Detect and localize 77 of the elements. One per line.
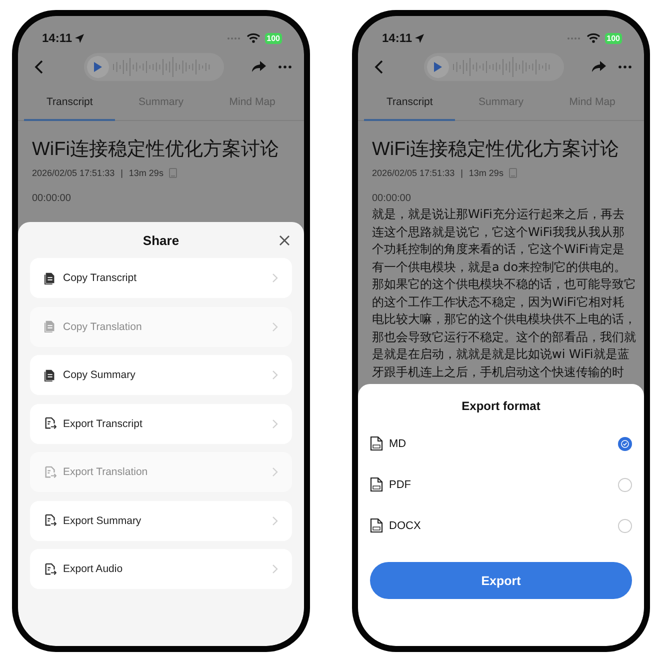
- share-option[interactable]: Copy Summary: [30, 355, 292, 395]
- share-option[interactable]: Export Audio: [30, 549, 292, 589]
- document-icon: [44, 320, 57, 333]
- recording-duration: 13m 29s: [468, 168, 504, 178]
- share-icon[interactable]: [592, 61, 606, 73]
- play-icon: [434, 62, 442, 72]
- format-label: MD: [389, 438, 408, 450]
- location-icon: [75, 34, 84, 42]
- play-button[interactable]: [87, 56, 109, 78]
- location-icon: [415, 34, 424, 42]
- document-export-icon: [44, 417, 57, 430]
- document-icon: [44, 272, 57, 284]
- more-icon[interactable]: [618, 65, 632, 69]
- share-option[interactable]: Export Summary: [30, 500, 292, 540]
- file-icon: [370, 518, 383, 533]
- separator: |: [460, 168, 463, 178]
- phone-icon: [509, 168, 518, 178]
- chevron-icon: [272, 418, 278, 428]
- radio-button[interactable]: [618, 518, 632, 532]
- check-icon: [621, 440, 629, 448]
- separator: |: [120, 168, 123, 178]
- more-icon[interactable]: [278, 65, 292, 69]
- chevron-icon: [272, 467, 278, 477]
- transcript-line: 是就是在启动，就就是就是比如说wi WiFi就是蓝: [372, 346, 630, 363]
- signal-icon: [226, 36, 241, 40]
- transcript-line: 个功耗控制的角度来看的话，它这个WiFi肯定是: [372, 241, 624, 258]
- battery-level: 100: [604, 32, 622, 44]
- back-icon[interactable]: [374, 60, 383, 74]
- wifi-icon: [586, 33, 600, 43]
- signal-icon: [566, 36, 581, 40]
- export-button[interactable]: Export: [370, 562, 632, 599]
- chevron-icon: [272, 273, 278, 283]
- share-icon[interactable]: [252, 61, 266, 73]
- transcript-line: 那如果它的这个供电模块不稳的话，也可能导致它: [372, 276, 636, 293]
- format-label: PDF: [389, 478, 412, 490]
- sheet-title: Share: [142, 232, 180, 248]
- chevron-icon: [272, 370, 278, 380]
- transcript-line: 连这个思路就是说它，它这个WiFi我我从我从那: [372, 224, 624, 240]
- transcript-line: 的这个工作工作状态不稳定，因为WiFi它相对耗: [372, 294, 624, 310]
- play-icon: [94, 62, 102, 72]
- transcript-line: 就是，就是说让那WiFi充分运行起来之后，再去: [372, 206, 624, 223]
- recording-title: WiFi连接稳定性优化方案讨论: [372, 138, 620, 162]
- close-icon[interactable]: [279, 235, 290, 246]
- tab[interactable]: Transcript: [24, 84, 116, 121]
- sheet-title: Export format: [460, 399, 542, 413]
- status-time: 14:11: [42, 31, 72, 45]
- recording-date: 2026/02/05 17:51:33: [32, 168, 115, 178]
- file-icon: [370, 436, 383, 451]
- format-label: DOCX: [389, 520, 422, 532]
- battery-level: 100: [264, 32, 282, 44]
- wifi-icon: [246, 33, 260, 43]
- timestamp: 00:00:00: [32, 193, 72, 204]
- recording-duration: 13m 29s: [128, 168, 164, 178]
- play-button[interactable]: [427, 56, 449, 78]
- recording-date: 2026/02/05 17:51:33: [372, 168, 455, 178]
- document-export-icon: [44, 514, 57, 527]
- transcript-line: 那也会导致它运行不稳定。这个的部看品，我们就: [372, 328, 636, 346]
- document-icon: [44, 368, 57, 382]
- document-export-icon: [44, 466, 57, 478]
- transcript-line: 有一个供电模块，就是a do来控制它的供电的。: [372, 258, 626, 276]
- chevron-icon: [272, 322, 278, 332]
- phone-icon: [169, 168, 178, 178]
- transcript-line: 牙跟手机连上之后，手机启动这个快速传输的时: [372, 364, 624, 380]
- radio-button[interactable]: [618, 436, 632, 450]
- recording-title: WiFi连接稳定性优化方案讨论: [32, 138, 280, 162]
- file-icon: [370, 477, 383, 492]
- back-icon[interactable]: [34, 60, 43, 74]
- transcript-line: 电比较大嘛，那它的这个供电模块供不上电的话，: [372, 311, 636, 328]
- tab[interactable]: Transcript: [364, 84, 456, 121]
- chevron-icon: [272, 516, 278, 526]
- document-export-icon: [44, 562, 57, 576]
- share-option[interactable]: Copy Transcript: [30, 258, 292, 298]
- timestamp: 00:00:00: [372, 193, 412, 204]
- chevron-icon: [272, 564, 278, 574]
- radio-button[interactable]: [618, 478, 632, 492]
- share-option[interactable]: Export Transcript: [30, 404, 292, 444]
- status-time: 14:11: [382, 31, 412, 45]
